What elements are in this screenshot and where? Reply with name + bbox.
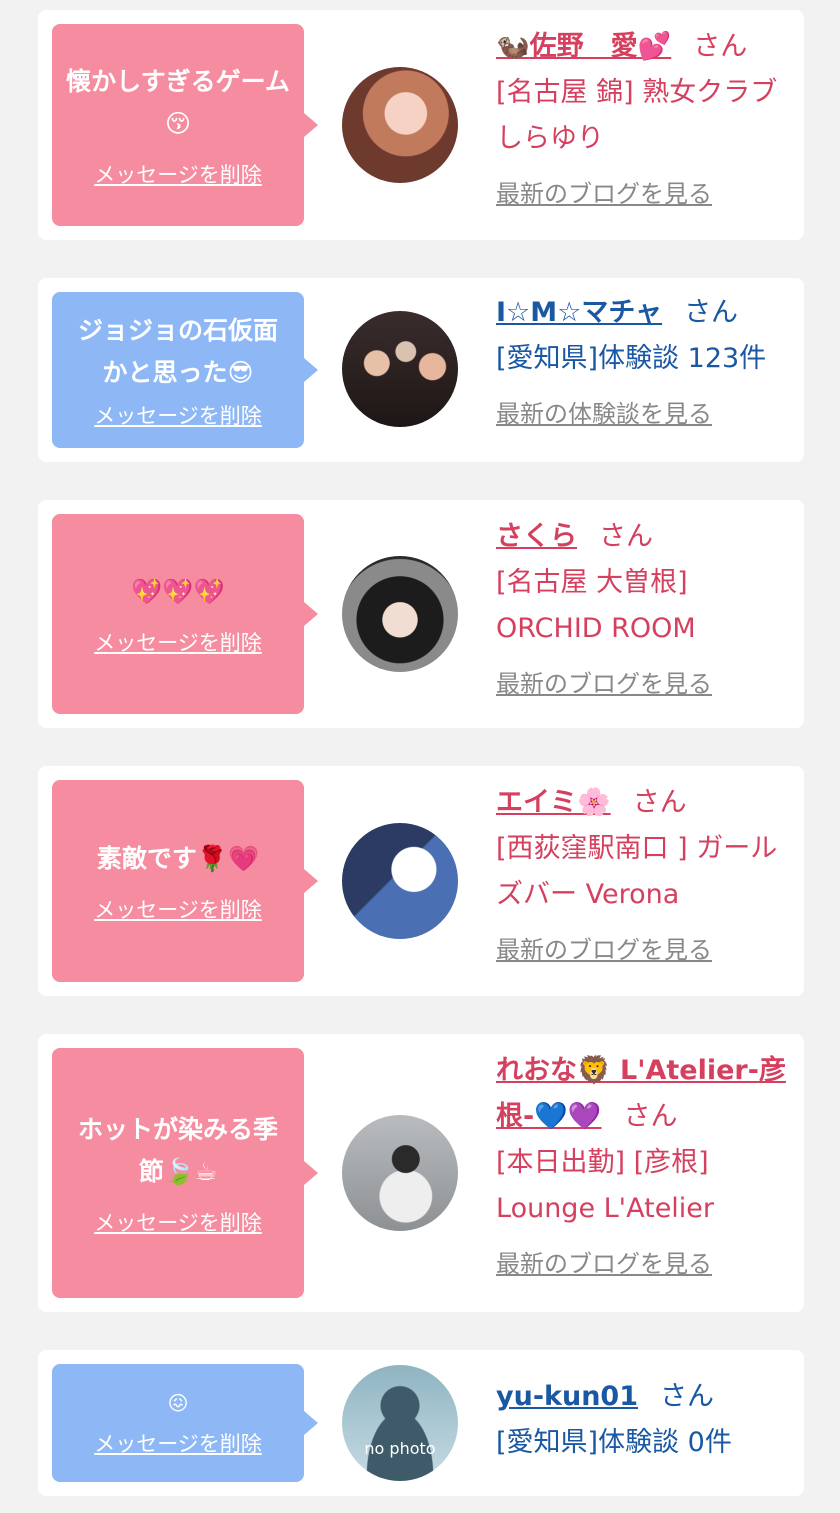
- message-text: 😖: [168, 1388, 189, 1418]
- honorific: さん: [599, 521, 653, 552]
- message-emoji: 😖: [167, 1391, 189, 1415]
- message-body: 懐かしすぎるゲーム: [66, 67, 290, 96]
- sender-info: yu-kun01 さん [愛知県]体験談 0件: [496, 1374, 796, 1466]
- latest-blog-link[interactable]: 最新のブログを見る: [496, 664, 796, 699]
- sender-info: さくら さん [名古屋 大曽根] ORCHID ROOM 最新のブログを見る: [496, 514, 796, 699]
- sender-name-link[interactable]: エイミ🌸: [496, 787, 611, 818]
- message-card: 💖💖💖 メッセージを削除 さくら さん [名古屋 大曽根] ORCHID ROOM…: [38, 500, 804, 728]
- sender-name-link[interactable]: I☆M☆マチャ: [496, 297, 662, 328]
- avatar[interactable]: [342, 311, 458, 427]
- shop-name: [名古屋 錦] 熟女クラブ しらゆり: [496, 77, 778, 154]
- shop-name: [名古屋 大曽根] ORCHID ROOM: [496, 567, 696, 644]
- message-emoji: 🍃☕: [163, 1157, 218, 1186]
- latest-blog-link[interactable]: 最新のブログを見る: [496, 174, 796, 209]
- sender-name-link[interactable]: 🦦佐野 愛💕: [496, 31, 671, 62]
- shop-name: [西荻窪駅南口 ] ガールズバー Verona: [496, 833, 778, 910]
- message-text: ジョジョの石仮面かと思った😎: [66, 310, 290, 394]
- honorific: さん: [684, 297, 739, 328]
- message-text: 素敵です🌹💗: [97, 838, 259, 880]
- sender-info: れおな🦁 L'Atelier-彦根-💙💜 さん [本日出勤] [彦根] Loung…: [496, 1048, 796, 1279]
- delete-message-button[interactable]: メッセージを削除: [94, 400, 262, 430]
- message-text: ホットが染みる季節🍃☕: [66, 1109, 290, 1193]
- sender-name-link[interactable]: さくら: [496, 521, 577, 552]
- message-emoji: 😚: [164, 109, 192, 138]
- message-card: ジョジョの石仮面かと思った😎 メッセージを削除 I☆M☆マチャ さん [愛知県]体…: [38, 278, 804, 462]
- delete-message-button[interactable]: メッセージを削除: [94, 627, 262, 657]
- message-bubble: 懐かしすぎるゲーム 😚 メッセージを削除: [52, 24, 318, 226]
- latest-review-link[interactable]: 最新の体験談を見る: [496, 394, 796, 429]
- avatar[interactable]: [342, 67, 458, 183]
- delete-message-button[interactable]: メッセージを削除: [94, 1207, 262, 1237]
- message-text: 懐かしすぎるゲーム 😚: [66, 61, 290, 145]
- latest-blog-link[interactable]: 最新のブログを見る: [496, 1244, 796, 1279]
- message-bubble: ホットが染みる季節🍃☕ メッセージを削除: [52, 1048, 318, 1298]
- message-emoji: 😎: [227, 358, 254, 387]
- delete-message-button[interactable]: メッセージを削除: [94, 159, 262, 189]
- name-emoji: 💕: [637, 31, 672, 62]
- message-bubble: ジョジョの石仮面かと思った😎 メッセージを削除: [52, 292, 318, 448]
- message-bubble: 素敵です🌹💗 メッセージを削除: [52, 780, 318, 982]
- shop-name: [愛知県]体験談 123件: [496, 343, 767, 374]
- sender-name-link[interactable]: yu-kun01: [496, 1381, 638, 1412]
- message-card: 懐かしすぎるゲーム 😚 メッセージを削除 🦦佐野 愛💕 さん [名古屋 錦] 熟女ク…: [38, 10, 804, 240]
- message-list: 懐かしすぎるゲーム 😚 メッセージを削除 🦦佐野 愛💕 さん [名古屋 錦] 熟女ク…: [0, 0, 840, 1513]
- sender-info: エイミ🌸 さん [西荻窪駅南口 ] ガールズバー Verona 最新のブログを見る: [496, 780, 796, 965]
- sender-name: 佐野 愛: [529, 31, 638, 62]
- sender-name: エイミ: [496, 787, 577, 818]
- name-emoji: 🌸: [577, 787, 611, 818]
- message-card: 😖 メッセージを削除 no photo yu-kun01 さん [愛知県]体験談 …: [38, 1350, 804, 1496]
- sender-info: I☆M☆マチャ さん [愛知県]体験談 123件 最新の体験談を見る: [496, 290, 796, 429]
- avatar[interactable]: [342, 823, 458, 939]
- delete-message-button[interactable]: メッセージを削除: [94, 1428, 262, 1458]
- name-emoji: 🦦: [496, 31, 530, 62]
- shop-name: [本日出勤] [彦根] Lounge L'Atelier: [496, 1147, 715, 1224]
- avatar[interactable]: [342, 556, 458, 672]
- sender-info: 🦦佐野 愛💕 さん [名古屋 錦] 熟女クラブ しらゆり 最新のブログを見る: [496, 24, 796, 209]
- message-bubble: 😖 メッセージを削除: [52, 1364, 318, 1482]
- honorific: さん: [660, 1381, 715, 1412]
- message-card: ホットが染みる季節🍃☕ メッセージを削除 れおな🦁 L'Atelier-彦根-💙…: [38, 1034, 804, 1312]
- avatar[interactable]: [342, 1115, 458, 1231]
- message-bubble: 💖💖💖 メッセージを削除: [52, 514, 318, 714]
- shop-name: [愛知県]体験談 0件: [496, 1427, 732, 1458]
- message-body: 素敵です: [96, 844, 197, 873]
- no-photo-label: no photo: [364, 1439, 436, 1458]
- avatar[interactable]: no photo: [342, 1365, 458, 1481]
- latest-blog-link[interactable]: 最新のブログを見る: [496, 930, 796, 965]
- message-emoji: 💖💖💖: [131, 577, 225, 606]
- delete-message-button[interactable]: メッセージを削除: [94, 894, 262, 924]
- message-card: 素敵です🌹💗 メッセージを削除 エイミ🌸 さん [西荻窪駅南口 ] ガールズバー …: [38, 766, 804, 996]
- honorific: さん: [632, 787, 687, 818]
- message-text: 💖💖💖: [131, 571, 224, 613]
- honorific: さん: [623, 1101, 678, 1132]
- honorific: さん: [693, 31, 748, 62]
- message-emoji: 🌹💗: [196, 844, 260, 873]
